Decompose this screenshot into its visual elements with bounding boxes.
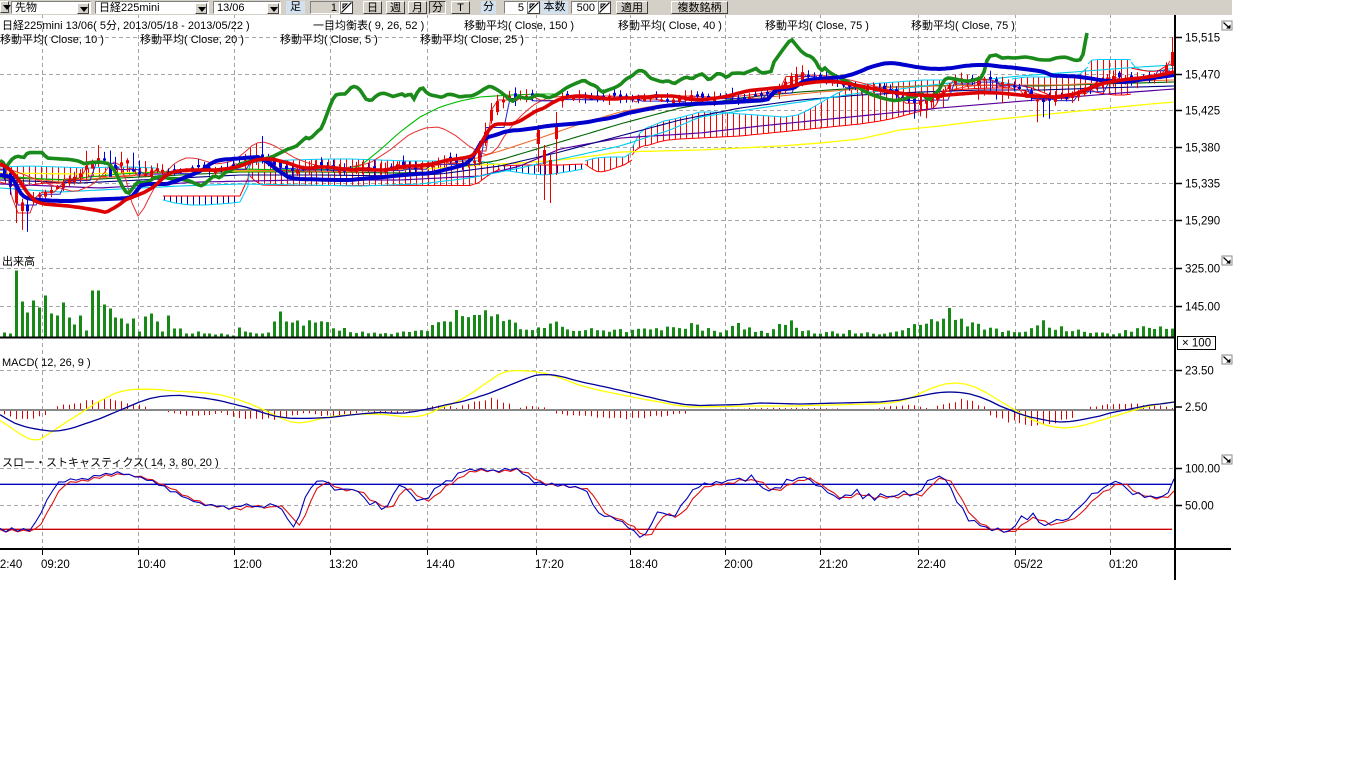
svg-text:移動平均( Close, 150 ): 移動平均( Close, 150 ) [464,18,574,32]
svg-text:15,290: 15,290 [1185,216,1220,228]
svg-text:スロー・ストキャスティクス( 14, 3, 80, 20 ): スロー・ストキャスティクス( 14, 3, 80, 20 ) [2,456,219,469]
svg-text:15,515: 15,515 [1185,33,1220,45]
svg-text:05/22: 05/22 [1014,559,1043,571]
svg-text:移動平均( Close, 25 ): 移動平均( Close, 25 ) [420,32,524,46]
svg-text:100.00: 100.00 [1185,464,1220,476]
svg-text:325.00: 325.00 [1185,264,1220,276]
svg-text:09:20: 09:20 [41,559,70,571]
svg-text:出来高: 出来高 [2,254,35,268]
svg-text:MACD( 12, 26, 9 ): MACD( 12, 26, 9 ) [2,357,91,369]
svg-text:移動平均( Close, 20 ): 移動平均( Close, 20 ) [140,32,244,46]
svg-text:17:20: 17:20 [535,559,564,571]
svg-text:15,380: 15,380 [1185,143,1220,155]
svg-text:15,425: 15,425 [1185,106,1220,118]
svg-text:移動平均( Close, 40 ): 移動平均( Close, 40 ) [618,18,722,32]
svg-text:移動平均( Close, 10 ): 移動平均( Close, 10 ) [0,32,104,46]
svg-text:日経225mini 13/06( 5分, 2013/05/1: 日経225mini 13/06( 5分, 2013/05/18 - 2013/0… [2,19,250,32]
svg-text:18:40: 18:40 [629,559,658,571]
svg-text:移動平均( Close, 75 ): 移動平均( Close, 75 ) [765,18,869,32]
svg-text:10:40: 10:40 [137,559,166,571]
svg-text:15,335: 15,335 [1185,179,1220,191]
svg-text:50.00: 50.00 [1185,501,1214,513]
svg-text:× 100: × 100 [1182,338,1211,350]
svg-text:22:40: 22:40 [0,559,22,571]
svg-text:20:00: 20:00 [724,559,753,571]
svg-text:移動平均( Close, 5 ): 移動平均( Close, 5 ) [280,32,378,46]
svg-text:移動平均( Close, 75 ): 移動平均( Close, 75 ) [911,18,1015,32]
svg-text:23.50: 23.50 [1185,366,1214,378]
svg-text:14:40: 14:40 [426,559,455,571]
svg-text:13:20: 13:20 [329,559,358,571]
svg-text:145.00: 145.00 [1185,302,1220,314]
svg-text:21:20: 21:20 [819,559,848,571]
svg-text:22:40: 22:40 [917,559,946,571]
svg-text:一目均衡表( 9, 26, 52 ): 一目均衡表( 9, 26, 52 ) [313,18,424,32]
svg-text:01:20: 01:20 [1109,559,1138,571]
svg-text:12:00: 12:00 [233,559,262,571]
svg-text:2.50: 2.50 [1185,402,1207,414]
svg-text:15,470: 15,470 [1185,70,1220,82]
